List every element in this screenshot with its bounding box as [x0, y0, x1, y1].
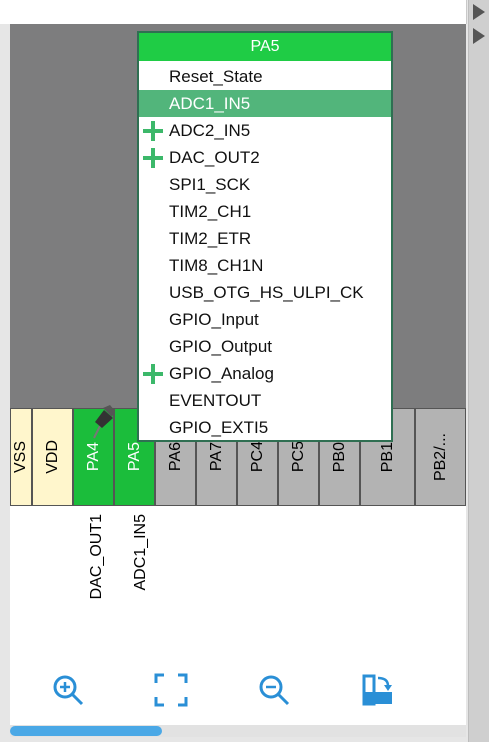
zoom-toolbar — [10, 672, 466, 722]
export-icon[interactable] — [360, 672, 396, 708]
scrollbar-thumb[interactable] — [10, 726, 162, 736]
plus-icon — [143, 148, 163, 168]
menu-item-gpio-exti5[interactable]: GPIO_EXTI5 — [139, 414, 391, 441]
menu-item-gpio-input[interactable]: GPIO_Input — [139, 306, 391, 333]
pin-label-pa4: DAC_OUT1 — [88, 514, 105, 600]
menu-item-adc2-in5[interactable]: ADC2_IN5 — [139, 117, 391, 144]
vertical-scrollbar[interactable] — [468, 0, 489, 742]
menu-item-adc1-in5[interactable]: ADC1_IN5 — [139, 90, 391, 117]
plus-icon — [143, 364, 163, 384]
menu-item-tim2-ch1[interactable]: TIM2_CH1 — [139, 198, 391, 225]
zoom-in-icon[interactable] — [50, 672, 86, 708]
menu-item-dac-out2[interactable]: DAC_OUT2 — [139, 144, 391, 171]
pin-function-menu: PA5 Reset_State ADC1_IN5 ADC2_IN5 DAC_OU… — [137, 31, 393, 442]
menu-item-tim8-ch1n[interactable]: TIM8_CH1N — [139, 252, 391, 279]
menu-item-eventout[interactable]: EVENTOUT — [139, 387, 391, 414]
top-strip — [0, 0, 467, 24]
menu-title: PA5 — [139, 33, 391, 63]
pin-vdd[interactable]: VDD — [32, 408, 73, 506]
menu-item-usb-otg-hs-ulpi-ck[interactable]: USB_OTG_HS_ULPI_CK — [139, 279, 391, 306]
menu-item-reset-state[interactable]: Reset_State — [139, 63, 391, 90]
pin-vss[interactable]: VSS — [10, 408, 32, 506]
pin-pb2[interactable]: PB2/... — [415, 408, 466, 506]
menu-item-gpio-analog[interactable]: GPIO_Analog — [139, 360, 391, 387]
plus-icon — [143, 121, 163, 141]
pin-label-pa5: ADC1_IN5 — [132, 514, 149, 591]
pushpin-icon[interactable] — [86, 404, 116, 440]
zoom-out-icon[interactable] — [256, 672, 292, 708]
menu-item-tim2-etr[interactable]: TIM2_ETR — [139, 225, 391, 252]
horizontal-scrollbar[interactable] — [10, 725, 466, 737]
menu-item-gpio-output[interactable]: GPIO_Output — [139, 333, 391, 360]
scroll-arrows-icon[interactable] — [471, 2, 487, 46]
fit-screen-icon[interactable] — [153, 672, 189, 708]
menu-item-spi1-sck[interactable]: SPI1_SCK — [139, 171, 391, 198]
